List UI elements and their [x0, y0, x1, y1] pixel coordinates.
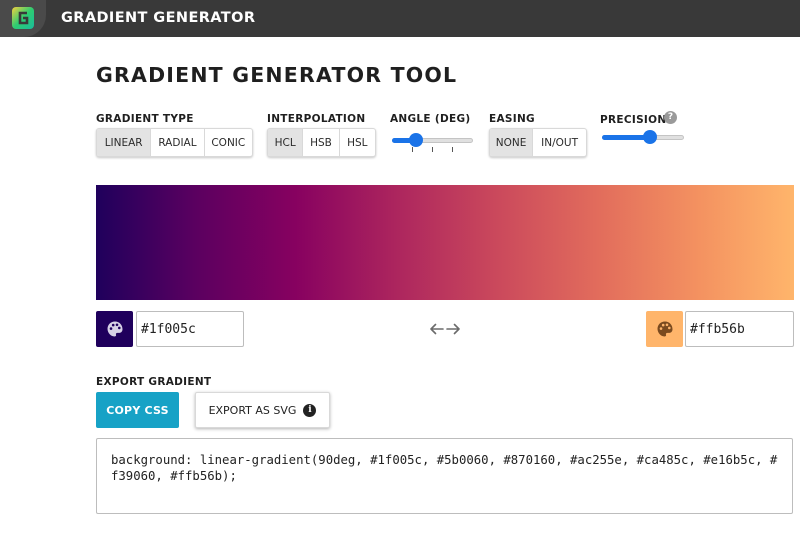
angle-tick [452, 147, 453, 152]
gradient-logo-icon [12, 7, 34, 29]
interpolation-hsl-button[interactable]: HSL [340, 129, 375, 156]
swap-arrows-icon[interactable] [430, 321, 460, 337]
angle-label: ANGLE (DEG) [390, 113, 471, 125]
angle-slider-thumb[interactable] [408, 133, 423, 147]
angle-tick [432, 147, 433, 152]
easing-none-button[interactable]: NONE [490, 129, 534, 156]
top-bar: GRADIENT GENERATOR [0, 0, 800, 37]
precision-label: PRECISION [600, 114, 667, 126]
gradient-type-radial-button[interactable]: RADIAL [151, 129, 205, 156]
export-svg-button[interactable]: EXPORT AS SVG i [195, 392, 330, 428]
start-color-input[interactable]: #1f005c [136, 311, 244, 347]
easing-group: NONE IN/OUT [489, 128, 587, 157]
logo-container[interactable] [0, 0, 46, 37]
gradient-type-label: GRADIENT TYPE [96, 113, 194, 125]
palette-icon [657, 321, 672, 337]
info-circle-icon: i [303, 403, 317, 417]
export-gradient-label: EXPORT GRADIENT [96, 376, 212, 388]
gradient-type-group: LINEAR RADIAL CONIC [96, 128, 253, 157]
start-color-swatch[interactable] [96, 311, 133, 347]
question-circle-icon[interactable]: ? [664, 111, 677, 124]
interpolation-label: INTERPOLATION [267, 113, 366, 125]
easing-inout-button[interactable]: IN/OUT [533, 129, 586, 156]
angle-slider[interactable] [392, 133, 473, 147]
angle-tick [412, 147, 413, 152]
easing-label: EASING [489, 113, 535, 125]
precision-slider-thumb[interactable] [642, 130, 657, 144]
end-color-swatch[interactable] [646, 311, 683, 347]
palette-icon [107, 321, 122, 337]
precision-slider[interactable] [602, 130, 684, 144]
gradient-type-linear-button[interactable]: LINEAR [97, 129, 152, 156]
app-title: GRADIENT GENERATOR [61, 10, 256, 26]
copy-css-button[interactable]: COPY CSS [96, 392, 179, 428]
css-code-output[interactable]: background: linear-gradient(90deg, #1f00… [96, 438, 793, 514]
interpolation-hcl-button[interactable]: HCL [268, 129, 304, 156]
export-svg-label: EXPORT AS SVG [208, 403, 297, 417]
interpolation-group: HCL HSB HSL [267, 128, 376, 157]
gradient-preview [96, 185, 794, 300]
gradient-type-conic-button[interactable]: CONIC [205, 129, 252, 156]
page-title: GRADIENT GENERATOR TOOL [96, 63, 458, 87]
end-color-input[interactable]: #ffb56b [685, 311, 794, 347]
interpolation-hsb-button[interactable]: HSB [303, 129, 340, 156]
